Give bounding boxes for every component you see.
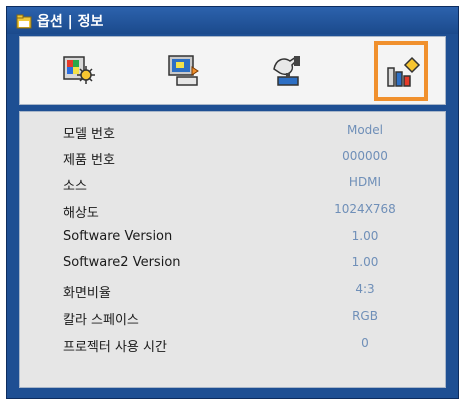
title-bar: 옵션 | 정보: [7, 7, 458, 34]
options-icon: [387, 56, 421, 87]
info-row: 해상도 1024X768: [20, 198, 445, 222]
info-label: Software2 Version: [63, 255, 181, 270]
info-label: 화면비율: [63, 286, 111, 301]
info-label: 칼라 스페이스: [63, 313, 139, 328]
setup-icon: [273, 56, 300, 86]
info-value: Model: [346, 123, 384, 137]
info-row: 칼라 스페이스 RGB: [20, 305, 445, 329]
info-row: 모델 번호 Model: [20, 119, 445, 143]
info-value: RGB: [352, 309, 378, 323]
info-label: Software Version: [63, 229, 173, 244]
info-row: 화면비율 4:3: [20, 278, 445, 302]
info-value: 1.00: [351, 229, 379, 243]
tab-display[interactable]: [154, 37, 214, 104]
info-row: 프로젝터 사용 시간 0: [20, 332, 445, 356]
menu-title: 옵션 | 정보: [37, 14, 104, 30]
info-value: 0: [361, 336, 369, 350]
info-value: 4:3: [355, 282, 375, 296]
tab-image[interactable]: [50, 37, 110, 104]
info-label: 제품 번호: [63, 153, 115, 168]
tab-options[interactable]: [374, 41, 428, 101]
info-row: 제품 번호 000000: [20, 145, 445, 169]
info-value: HDMI: [348, 175, 382, 189]
info-row: Software Version 1.00: [20, 225, 445, 249]
info-label: 모델 번호: [63, 127, 115, 142]
tab-setup[interactable]: [258, 37, 318, 104]
info-value: 1.00: [351, 255, 379, 269]
info-panel: 모델 번호 Model 제품 번호 000000 소스 HDMI 해상도 102…: [19, 111, 446, 388]
info-value: 1024X768: [334, 202, 396, 216]
menu-tab-bar: [19, 36, 446, 105]
info-label: 소스: [63, 179, 87, 194]
info-value: 000000: [342, 149, 388, 163]
display-settings-icon: [168, 55, 199, 86]
info-label: 프로젝터 사용 시간: [63, 340, 167, 355]
osd-window: 옵션 | 정보 모델 번호 Model 제품 번호 000000 소스 HDMI…: [6, 6, 459, 399]
info-row: Software2 Version 1.00: [20, 251, 445, 275]
info-row: 소스 HDMI: [20, 171, 445, 195]
info-label: 해상도: [63, 206, 99, 221]
image-settings-icon: [63, 56, 95, 84]
folder-icon: [16, 14, 32, 29]
osd-frame: 옵션 | 정보 모델 번호 Model 제품 번호 000000 소스 HDMI…: [0, 0, 468, 409]
